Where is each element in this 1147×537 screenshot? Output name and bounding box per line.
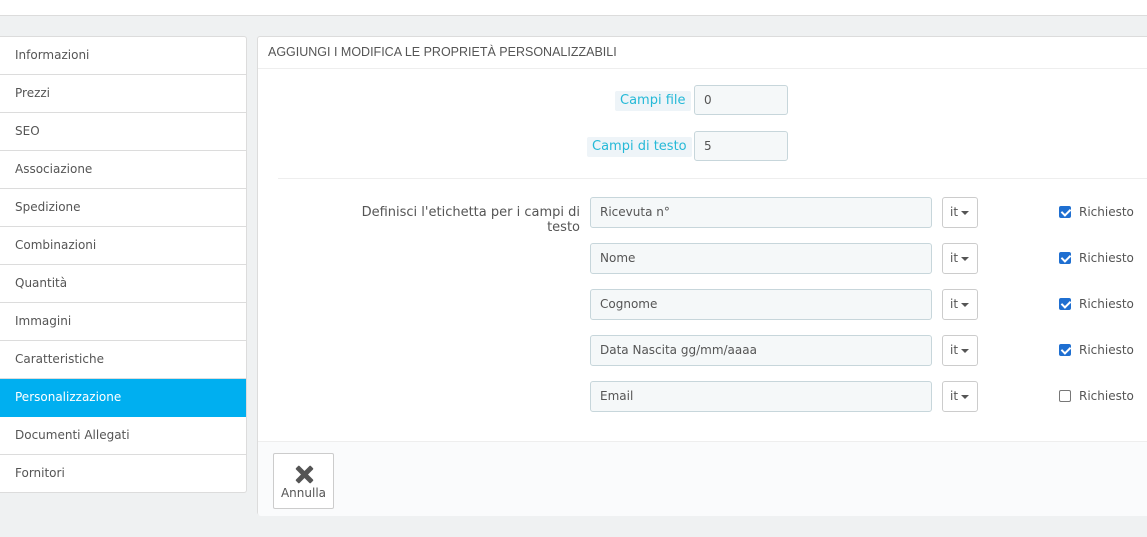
sidebar-item-fornitori[interactable]: Fornitori (0, 455, 246, 493)
file-fields-input[interactable]: 0 (694, 85, 788, 115)
language-dropdown[interactable]: it (942, 197, 978, 228)
text-field-label-input[interactable]: Cognome (590, 289, 932, 320)
caret-down-icon (961, 256, 970, 261)
text-field-label-input[interactable]: Email (590, 381, 932, 412)
language-code: it (950, 297, 959, 311)
required-label: Richiesto (1079, 297, 1134, 311)
sidebar-item-seo[interactable]: SEO (0, 113, 246, 151)
cancel-label: Annulla (280, 486, 327, 500)
text-fields-input[interactable]: 5 (694, 131, 788, 161)
section-divider (278, 178, 1147, 179)
required-checkbox[interactable]: Richiesto (1059, 250, 1134, 266)
text-field-label-input[interactable]: Data Nascita gg/mm/aaaa (590, 335, 932, 366)
checkbox-icon[interactable] (1059, 251, 1071, 264)
required-label: Richiesto (1079, 205, 1134, 219)
customization-panel: AGGIUNGI I MODIFICA LE PROPRIETÀ PERSONA… (257, 36, 1147, 516)
caret-down-icon (961, 348, 970, 353)
sidebar-item-associazione[interactable]: Associazione (0, 151, 246, 189)
close-icon (294, 464, 314, 484)
checkbox-icon[interactable] (1059, 343, 1071, 356)
sidebar-nav: Informazioni Prezzi SEO Associazione Spe… (0, 36, 247, 493)
caret-down-icon (961, 210, 970, 215)
sidebar-item-combinazioni[interactable]: Combinazioni (0, 227, 246, 265)
language-code: it (950, 389, 959, 403)
caret-down-icon (961, 302, 970, 307)
sidebar-item-quantita[interactable]: Quantità (0, 265, 246, 303)
text-field-label-input[interactable]: Ricevuta n° (590, 197, 932, 228)
checkbox-icon[interactable] (1059, 297, 1071, 310)
top-bar (0, 0, 1147, 16)
file-fields-label: Campi file (615, 91, 691, 111)
sidebar-item-personalizzazione[interactable]: Personalizzazione (0, 379, 246, 417)
text-fields-label: Campi di testo (587, 137, 692, 157)
checkbox-icon[interactable] (1059, 389, 1071, 402)
cancel-button[interactable]: Annulla (273, 453, 334, 509)
language-code: it (950, 343, 959, 357)
required-label: Richiesto (1079, 343, 1134, 357)
language-dropdown[interactable]: it (942, 335, 978, 366)
sidebar-item-spedizione[interactable]: Spedizione (0, 189, 246, 227)
sidebar-item-prezzi[interactable]: Prezzi (0, 75, 246, 113)
sidebar-item-immagini[interactable]: Immagini (0, 303, 246, 341)
required-checkbox[interactable]: Richiesto (1059, 296, 1134, 312)
panel-title: AGGIUNGI I MODIFICA LE PROPRIETÀ PERSONA… (258, 37, 1147, 69)
define-labels-heading: Definisci l'etichetta per i campi di tes… (361, 205, 580, 235)
language-dropdown[interactable]: it (942, 381, 978, 412)
required-checkbox[interactable]: Richiesto (1059, 388, 1134, 404)
sidebar-item-documenti-allegati[interactable]: Documenti Allegati (0, 417, 246, 455)
required-checkbox[interactable]: Richiesto (1059, 204, 1134, 220)
sidebar-item-informazioni[interactable]: Informazioni (0, 37, 246, 75)
sidebar-item-caratteristiche[interactable]: Caratteristiche (0, 341, 246, 379)
language-dropdown[interactable]: it (942, 243, 978, 274)
required-checkbox[interactable]: Richiesto (1059, 342, 1134, 358)
panel-footer: Annulla (258, 441, 1147, 516)
required-label: Richiesto (1079, 251, 1134, 265)
language-code: it (950, 205, 959, 219)
caret-down-icon (961, 394, 970, 399)
checkbox-icon[interactable] (1059, 205, 1071, 218)
required-label: Richiesto (1079, 389, 1134, 403)
language-code: it (950, 251, 959, 265)
language-dropdown[interactable]: it (942, 289, 978, 320)
text-field-label-input[interactable]: Nome (590, 243, 932, 274)
